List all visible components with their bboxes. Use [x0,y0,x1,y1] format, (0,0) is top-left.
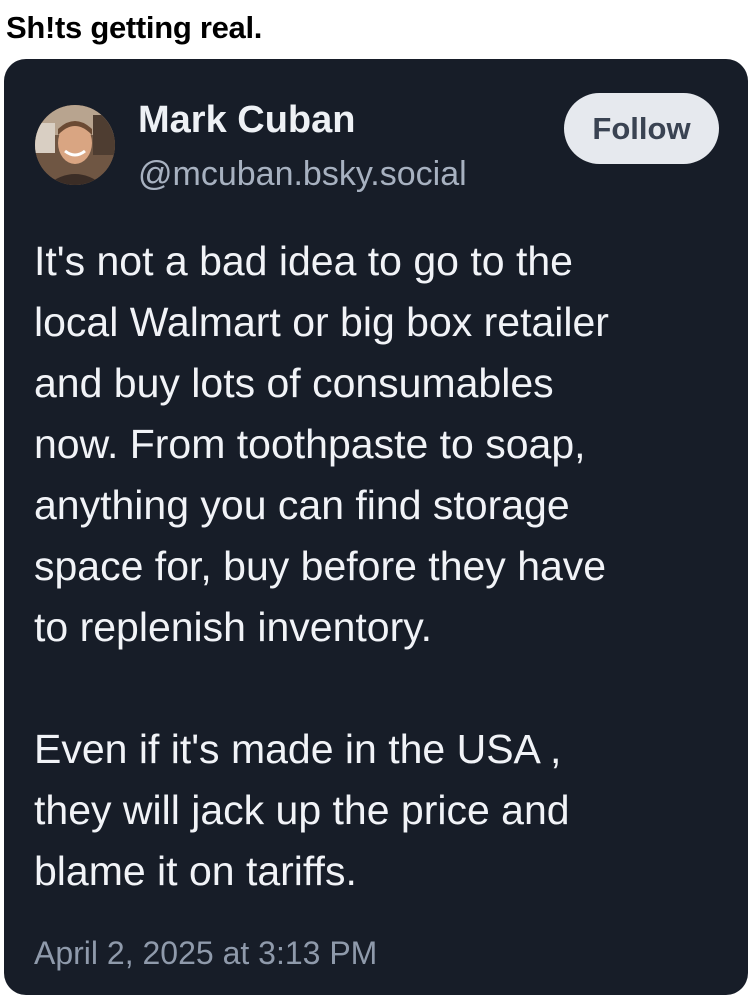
post-body: It's not a bad idea to go to the local W… [34,231,724,902]
post-card: Mark Cuban @mcuban.bsky.social Follow It… [4,59,748,995]
avatar-photo-icon [35,105,115,185]
post-text-line: anything you can find storage [34,482,570,528]
post-text-line: blame it on tariffs. [34,848,357,894]
post-text-line: local Walmart or big box retailer [34,299,609,345]
post-text-line: they will jack up the price and [34,787,570,833]
avatar[interactable] [35,105,115,185]
post-text-line: space for, buy before they have [34,543,607,589]
post-text-line: It's not a bad idea to go to the [34,238,573,284]
post-text-line: Even if it's made in the USA , [34,726,562,772]
post-text-line: and buy lots of consumables [34,360,554,406]
author-handle[interactable]: @mcuban.bsky.social [138,155,467,194]
post-text-line: to replenish inventory. [34,604,433,650]
post-text-line: now. From toothpaste to soap, [34,421,586,467]
follow-button[interactable]: Follow [564,93,719,164]
author-name[interactable]: Mark Cuban [138,99,355,142]
post-timestamp[interactable]: April 2, 2025 at 3:13 PM [34,935,377,972]
post-caption: Sh!ts getting real. [6,10,263,45]
